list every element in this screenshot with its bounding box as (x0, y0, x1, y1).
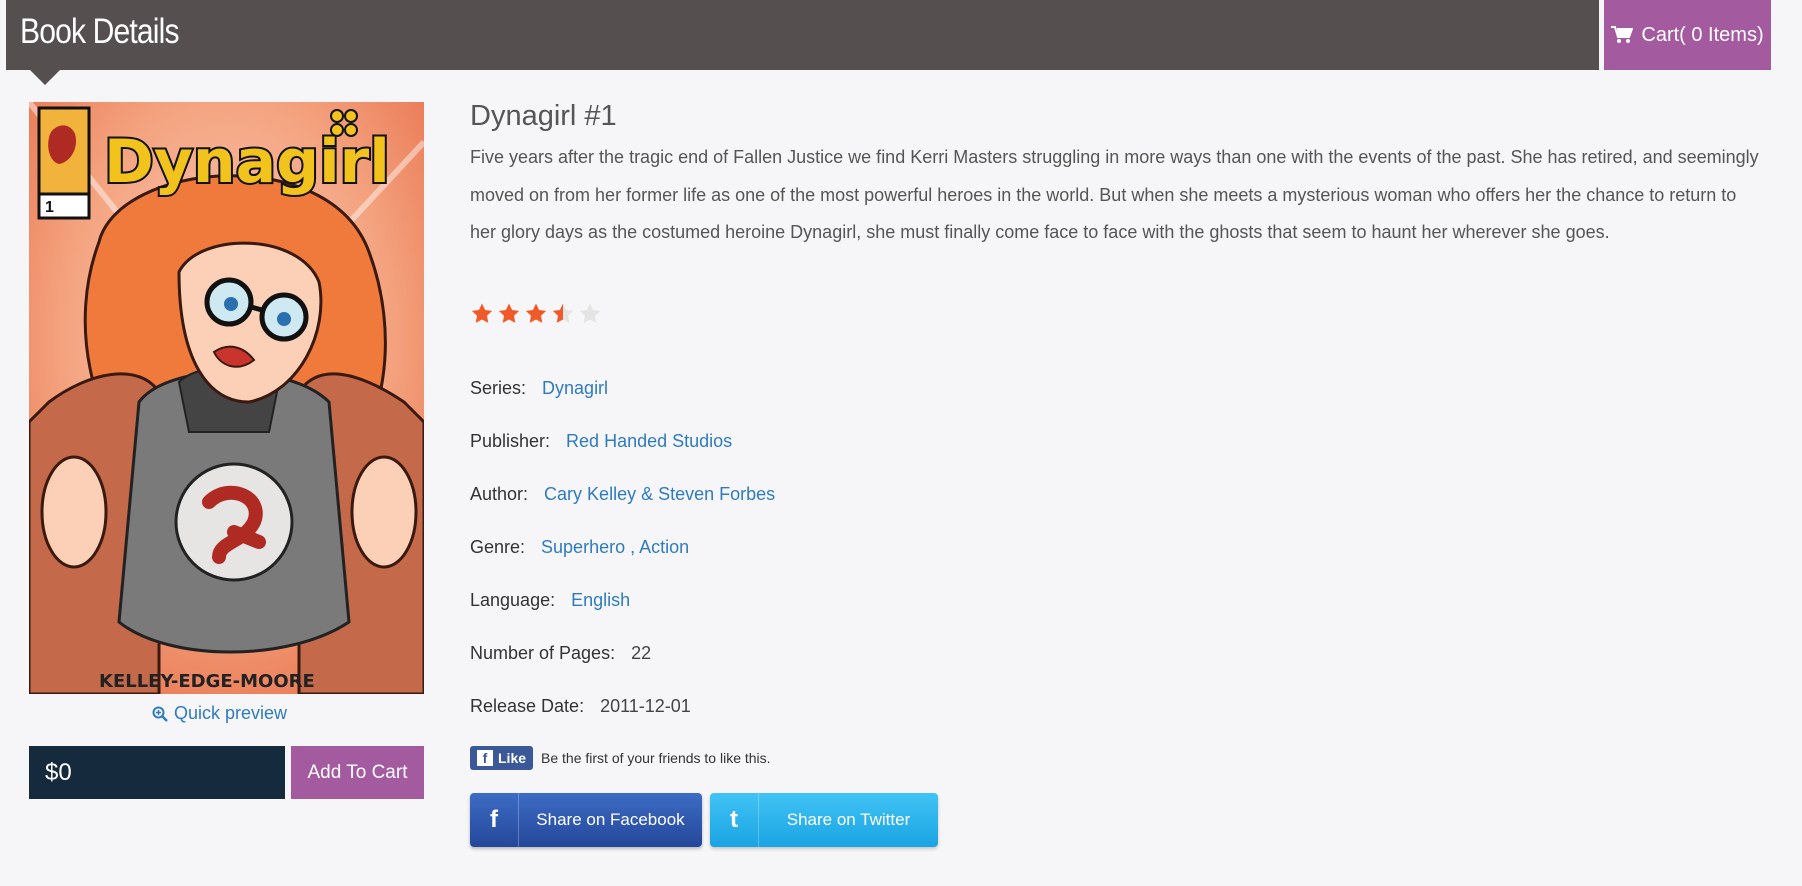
meta-genre: Genre: Superhero , Action (470, 537, 689, 558)
share-facebook-label: Share on Facebook (536, 810, 685, 829)
like-label: Like (498, 750, 527, 766)
language-label: Language: (470, 590, 556, 610)
star-icon[interactable] (578, 302, 602, 326)
cover-illustration: 1 Dynagirl KELLEY-EDGE-MOORE (29, 102, 424, 694)
release-value: 2011-12-01 (600, 696, 691, 716)
cover-logo: Dynagirl (104, 127, 390, 197)
quick-preview-link[interactable]: Quick preview (152, 703, 287, 724)
meta-publisher: Publisher: Red Handed Studios (470, 431, 732, 452)
star-icon[interactable] (524, 302, 548, 326)
quick-preview-label: Quick preview (174, 703, 288, 723)
share-twitter-label: Share on Twitter (786, 810, 911, 829)
genre-link-action[interactable]: Action (639, 537, 689, 557)
book-description: Five years after the tragic end of Falle… (470, 147, 1759, 242)
add-to-cart-button[interactable]: Add To Cart (291, 746, 424, 799)
cart-label: Cart( 0 Items) (1641, 23, 1764, 46)
book-details: Dynagirl #1 Five years after the tragic … (470, 100, 1770, 847)
header-notch (30, 70, 60, 85)
meta-release: Release Date: 2011-12-01 (470, 696, 691, 717)
header-bar: Book Details (6, 0, 1599, 70)
pages-value: 22 (631, 643, 652, 663)
pages-label: Number of Pages: (470, 643, 616, 663)
twitter-icon: t (710, 793, 759, 847)
genre-separator: , (630, 537, 636, 557)
facebook-icon: f (477, 750, 493, 766)
cover-credits: KELLEY-EDGE-MOORE (99, 671, 315, 692)
star-icon[interactable] (497, 302, 521, 326)
author-link[interactable]: Cary Kelley & Steven Forbes (544, 484, 775, 505)
facebook-like-widget: f Like Be the first of your friends to l… (470, 746, 771, 770)
price-display: $0 (29, 746, 285, 799)
share-facebook-button[interactable]: f Share on Facebook (470, 793, 702, 847)
release-label: Release Date: (470, 696, 585, 716)
meta-pages: Number of Pages: 22 (470, 643, 651, 664)
meta-language: Language: English (470, 590, 630, 611)
page-title: Book Details (20, 12, 180, 51)
rating-stars[interactable] (470, 302, 602, 326)
author-label: Author: (470, 484, 529, 504)
publisher-label: Publisher: (470, 431, 551, 451)
star-icon[interactable] (551, 302, 575, 326)
series-link[interactable]: Dynagirl (542, 378, 608, 399)
zoom-in-icon (152, 706, 168, 722)
cart-button[interactable]: Cart( 0 Items) (1604, 0, 1771, 70)
cart-icon (1611, 26, 1634, 43)
genre-link-superhero[interactable]: Superhero (541, 537, 625, 557)
like-text: Be the first of your friends to like thi… (541, 750, 771, 766)
book-title: Dynagirl #1 (470, 100, 617, 132)
meta-author: Author: Cary Kelley & Steven Forbes (470, 484, 775, 505)
meta-series: Series: Dynagirl (470, 378, 608, 399)
cover-issue-number: 1 (45, 199, 54, 216)
language-link[interactable]: English (571, 590, 630, 611)
genre-label: Genre: (470, 537, 526, 557)
book-cover[interactable]: 1 Dynagirl KELLEY-EDGE-MOORE (29, 102, 424, 694)
facebook-icon: f (470, 793, 519, 847)
share-twitter-button[interactable]: t Share on Twitter (710, 793, 938, 847)
star-icon[interactable] (470, 302, 494, 326)
publisher-link[interactable]: Red Handed Studios (566, 431, 732, 452)
facebook-like-button[interactable]: f Like (470, 746, 534, 770)
series-label: Series: (470, 378, 527, 398)
